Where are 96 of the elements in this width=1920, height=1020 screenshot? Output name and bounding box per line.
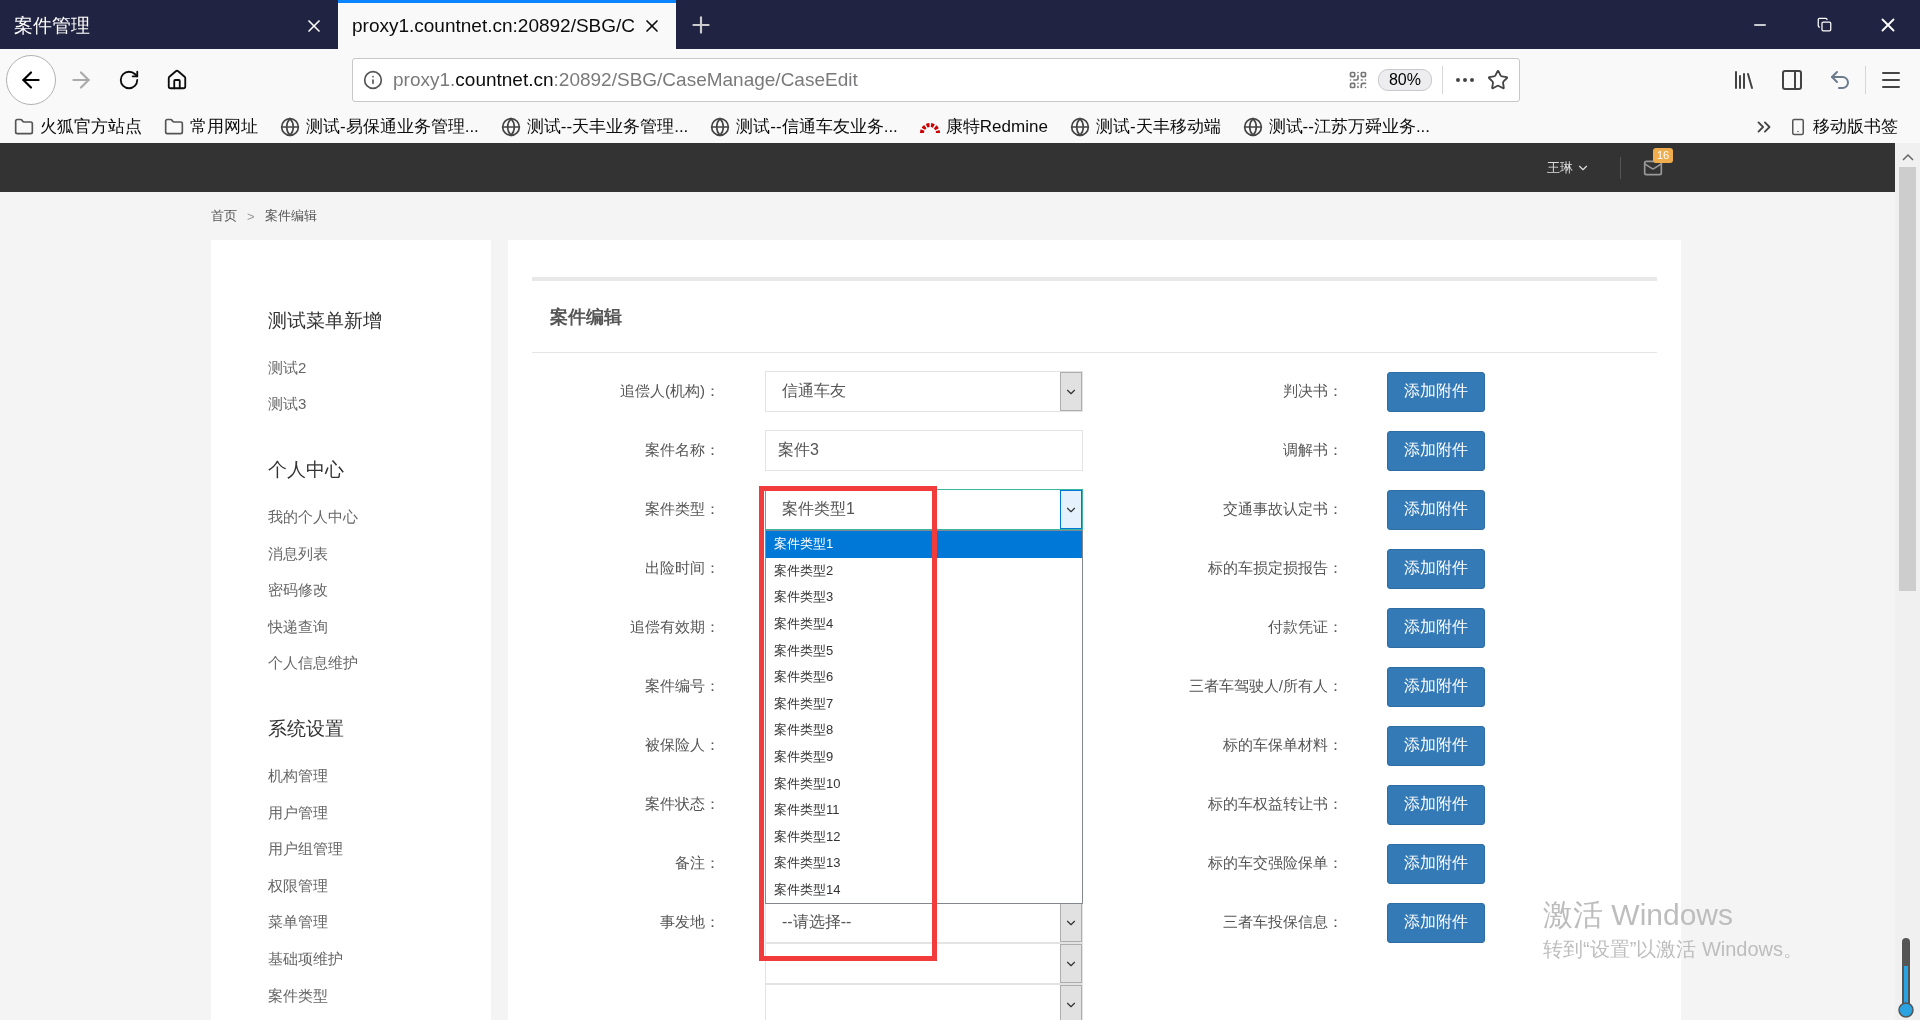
text-field[interactable]: 案件3 — [765, 430, 1083, 471]
phone-icon — [1789, 117, 1807, 136]
breadcrumb-link[interactable]: 首页 — [211, 207, 237, 225]
add-attachment-button[interactable]: 添加附件 — [1387, 607, 1485, 648]
add-attachment-button[interactable]: 添加附件 — [1387, 784, 1485, 825]
select-field[interactable] — [765, 943, 1083, 984]
sidebar-icon[interactable] — [1780, 67, 1804, 92]
add-attachment-button[interactable]: 添加附件 — [1387, 489, 1485, 530]
field-label: 标的车损定损报告： — [1207, 559, 1343, 578]
field-label: 备注： — [674, 854, 720, 873]
field-label: 被保险人： — [644, 736, 720, 755]
sidebar-item[interactable]: 权限管理 — [268, 867, 491, 905]
bookmark-link[interactable]: 常用网址 — [190, 115, 258, 138]
breadcrumb-current: 案件编辑 — [264, 207, 317, 225]
folder-icon — [164, 116, 184, 137]
select-field[interactable]: 信通车友 — [765, 371, 1083, 412]
sidebar-item[interactable]: 基础项维护 — [268, 941, 491, 978]
home-icon[interactable] — [166, 68, 188, 91]
url-text: proxy1.countnet.cn:20892/SBG/CaseManage/CaseEdit — [393, 68, 859, 91]
browser-tab[interactable]: 案件管理 — [0, 0, 338, 49]
field-label: 标的车保单材料： — [1222, 736, 1343, 755]
add-attachment-button[interactable]: 添加附件 — [1387, 548, 1485, 589]
field-label: 调解书： — [1282, 441, 1343, 460]
scrollbar[interactable] — [1895, 143, 1920, 1020]
folder-icon — [14, 116, 34, 137]
restore-icon[interactable] — [1816, 17, 1832, 32]
sidebar-item[interactable]: 用户管理 — [268, 794, 491, 832]
info-icon[interactable] — [363, 69, 383, 90]
count-badge: 16 — [1653, 147, 1674, 163]
sidebar-item[interactable]: 测试3 — [268, 386, 491, 424]
bookmark-link[interactable]: 测试-易保通业务管理... — [306, 115, 479, 138]
field-label: 案件状态： — [644, 795, 720, 814]
select-field[interactable]: --请选择-- — [765, 902, 1083, 943]
field-label: 标的车权益转让书： — [1207, 795, 1343, 814]
bookmark-link[interactable]: 测试--信通车友业务... — [736, 115, 898, 138]
activation-title: 激活 Windows — [1543, 897, 1735, 933]
sidebar-item[interactable]: 个人信息维护 — [268, 645, 491, 683]
field-label: 追偿有效期： — [629, 618, 720, 637]
globe-icon — [1242, 116, 1263, 137]
card-title: 案件编辑 — [532, 281, 1657, 353]
globe-icon — [710, 116, 731, 137]
url-field[interactable]: proxy1.countnet.cn:20892/SBG/CaseManage/CaseEdit 80% — [352, 57, 1520, 102]
sidebar-item[interactable]: 机构管理 — [268, 758, 491, 795]
dropdown-option[interactable]: 案件类型1 — [766, 531, 1082, 558]
add-attachment-button[interactable]: 添加附件 — [1387, 430, 1485, 471]
add-attachment-button[interactable]: 添加附件 — [1387, 843, 1485, 884]
globe-icon — [1069, 116, 1090, 137]
select-field[interactable] — [765, 984, 1083, 1020]
field-label: 案件类型： — [644, 500, 720, 519]
star-icon[interactable] — [1487, 68, 1509, 91]
field-label: 事发地： — [659, 913, 720, 932]
bookmark-link[interactable]: 火狐官方站点 — [40, 115, 142, 138]
field-label: 案件名称： — [644, 441, 720, 460]
browser-tab[interactable]: proxy1.countnet.cn:20892/SBG/C — [338, 0, 676, 49]
bookmark-link[interactable]: 测试--江苏万舜业务... — [1268, 115, 1431, 138]
field-label: 付款凭证： — [1267, 618, 1343, 637]
field-label: 出险时间： — [644, 559, 720, 578]
field-label: 三者车驾驶人/所有人： — [1187, 677, 1343, 696]
user-menu[interactable]: 王琳 — [1547, 156, 1621, 179]
sidebar-item[interactable]: 菜单管理 — [268, 904, 491, 942]
sidebar-heading: 测试菜单新增 — [268, 309, 383, 333]
back-button[interactable] — [6, 54, 56, 105]
select-field[interactable]: 案件类型1 — [765, 489, 1083, 530]
field-label: 标的车交强险保单： — [1207, 854, 1343, 873]
scroll-up-icon[interactable] — [1901, 153, 1914, 161]
field-label: 判决书： — [1282, 382, 1343, 401]
breadcrumb-separator: > — [247, 208, 255, 224]
field-label: 案件编号： — [644, 677, 720, 696]
sidebar-item[interactable]: 消息列表 — [268, 535, 491, 573]
thermometer-icon — [1898, 936, 1914, 1020]
zoom-badge[interactable]: 80% — [1377, 68, 1432, 91]
sidebar-item[interactable]: 用户组管理 — [268, 831, 491, 868]
add-attachment-button[interactable]: 添加附件 — [1387, 371, 1485, 412]
sidebar-item[interactable]: 快递查询 — [268, 608, 491, 646]
sidebar-item[interactable]: 密码修改 — [268, 572, 491, 609]
field-label: 交通事故认定书： — [1222, 500, 1343, 519]
bookmark-link[interactable]: 康特Redmine — [945, 115, 1048, 138]
bookmark-link[interactable]: 测试-天丰移动端 — [1095, 115, 1221, 138]
field-label: 三者车投保信息： — [1222, 913, 1343, 932]
qr-code-icon[interactable] — [1347, 69, 1368, 90]
globe-icon — [280, 116, 300, 137]
sidebar-item[interactable]: 测试2 — [268, 350, 491, 387]
bookmark-link[interactable]: 测试--天丰业务管理... — [526, 115, 689, 138]
sidebar-item[interactable]: 案件类型 — [268, 977, 491, 1015]
add-attachment-button[interactable]: 添加附件 — [1387, 725, 1485, 766]
user-name: 王琳 — [1547, 158, 1573, 177]
add-attachment-button[interactable]: 添加附件 — [1387, 666, 1485, 707]
sidebar-heading: 系统设置 — [268, 717, 345, 742]
bookmark-link[interactable]: 移动版书签 — [1813, 115, 1898, 138]
globe-icon — [500, 116, 521, 137]
scrollbar-thumb[interactable] — [1899, 167, 1916, 591]
field-label: 追偿人(机构)： — [619, 382, 720, 401]
add-attachment-button[interactable]: 添加附件 — [1387, 902, 1485, 943]
sidebar-item[interactable]: 我的个人中心 — [268, 499, 491, 536]
reload-icon[interactable] — [118, 68, 140, 91]
sidebar-heading: 个人中心 — [268, 458, 345, 483]
